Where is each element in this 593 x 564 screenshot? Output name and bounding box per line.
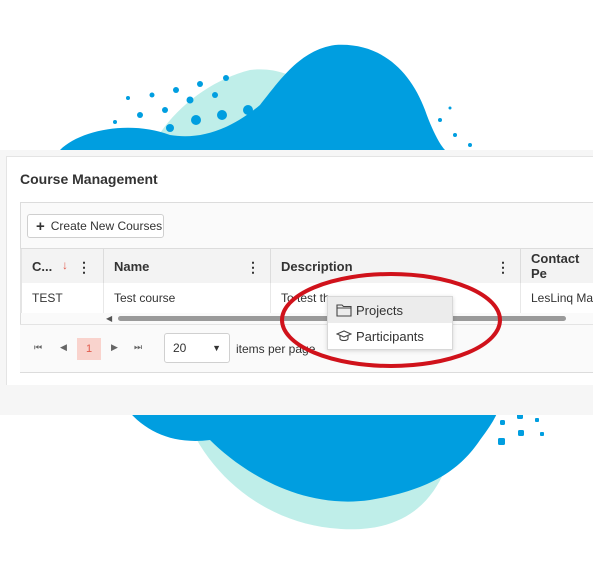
column-header-contact[interactable]: Contact Pe [521,249,593,283]
page-size-select[interactable]: 20 ▼ [164,333,230,363]
column-menu-icon[interactable]: ⋮ [77,259,91,276]
page-size-value: 20 [173,341,187,355]
column-header-code-label: C... [32,258,53,274]
cell-code: TEST [20,283,104,313]
folder-icon [336,304,352,317]
column-header-name-label: Name [114,258,150,274]
grid-header-row: C... ↓ ⋮ Name ⋮ Description ⋮ Contact Pe [20,248,593,284]
graduation-cap-icon [336,330,352,342]
plus-icon: + [36,217,45,235]
column-header-description-label: Description [281,258,353,274]
dots-bottom [498,413,544,445]
blue-blob-bottom [120,400,500,502]
create-new-courses-label: Create New Courses [50,219,163,233]
sort-descending-icon[interactable]: ↓ [62,258,68,272]
scroll-left-arrow-icon[interactable]: ◀ [106,314,112,323]
context-menu-item-label: Projects [356,302,403,318]
create-new-courses-button[interactable]: + Create New Courses [27,214,164,238]
cell-contact: LesLinq Ma [531,291,593,305]
column-menu-icon[interactable]: ⋮ [496,259,510,276]
column-header-code[interactable]: C... ↓ ⋮ [20,249,104,283]
context-menu-item-label: Participants [356,328,424,344]
context-menu: Projects Participants [327,296,453,350]
context-menu-item-participants[interactable]: Participants [328,323,452,349]
context-menu-item-projects[interactable]: Projects [328,297,452,323]
column-header-description[interactable]: Description ⋮ [271,249,521,283]
next-page-icon[interactable]: ▶ [111,342,118,353]
cell-name: Test course [104,283,271,313]
last-page-icon[interactable]: ⏭ [134,342,142,353]
current-page-button[interactable]: 1 [77,338,101,360]
page-title: Course Management [20,171,158,187]
table-row[interactable]: TEST Test course To test th LesLinq Ma [20,283,593,313]
items-per-page-label: items per page [236,342,316,356]
grid-pager: ⏮ ◀ 1 ▶ ⏭ 20 ▼ items per page [20,324,593,372]
column-header-contact-label: Contact Pe [531,251,580,281]
previous-page-icon[interactable]: ◀ [60,342,67,353]
first-page-icon[interactable]: ⏮ [34,342,42,353]
column-header-name[interactable]: Name ⋮ [104,249,271,283]
column-menu-icon[interactable]: ⋮ [246,259,260,276]
chevron-down-icon: ▼ [212,343,221,353]
